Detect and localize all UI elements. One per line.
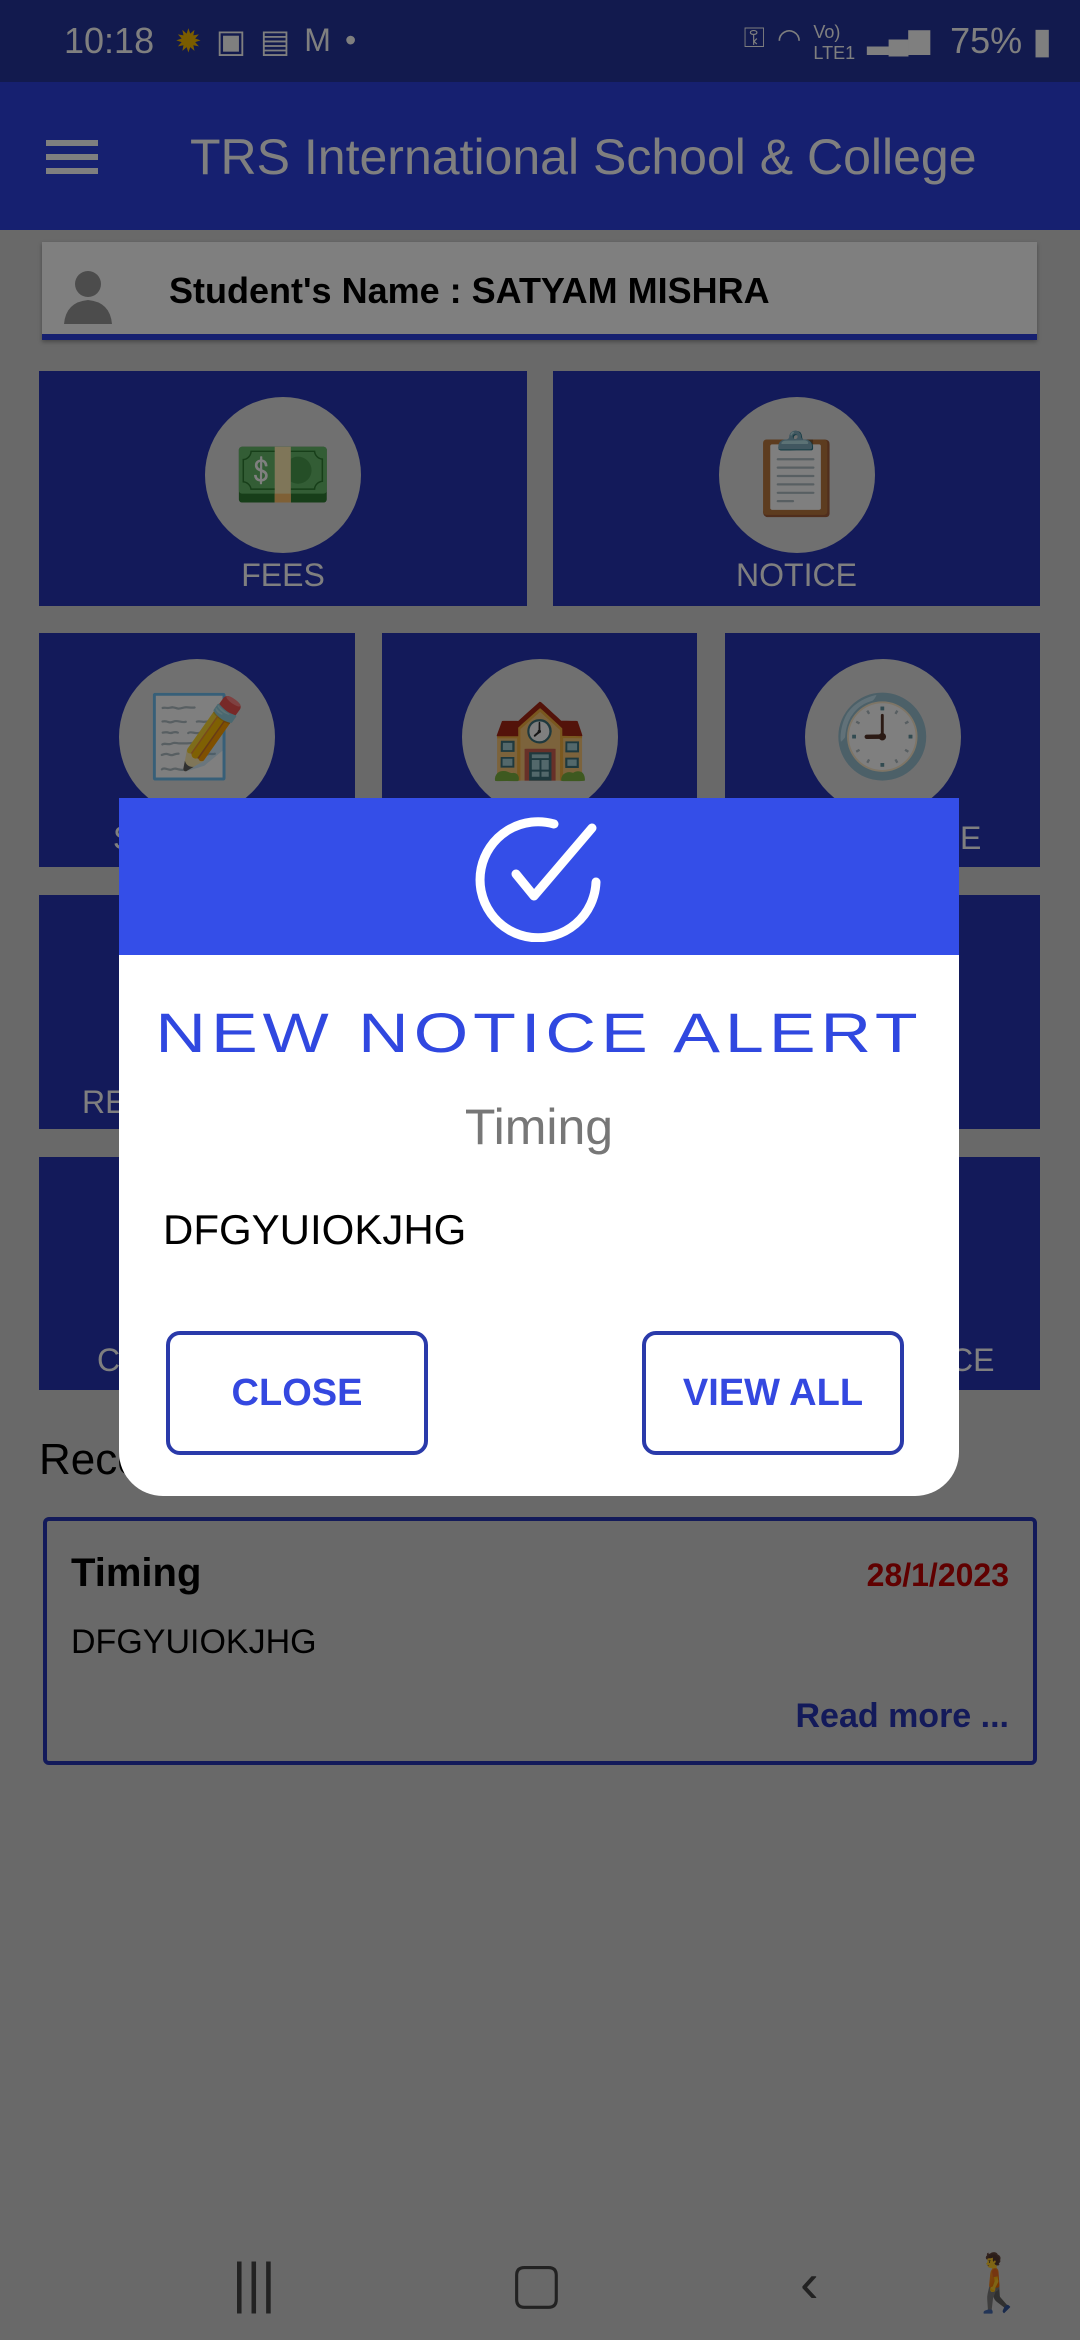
close-button[interactable]: CLOSE <box>166 1331 428 1455</box>
view-all-button[interactable]: VIEW ALL <box>642 1331 904 1455</box>
notice-alert-dialog: NEW NOTICE ALERT Timing DFGYUIOKJHG CLOS… <box>119 798 959 1496</box>
check-circle-icon <box>475 817 601 942</box>
dialog-title: NEW NOTICE ALERT <box>155 1001 923 1064</box>
dialog-subtitle: Timing <box>464 1099 614 1155</box>
dialog-body: DFGYUIOKJHG <box>163 1206 467 1253</box>
